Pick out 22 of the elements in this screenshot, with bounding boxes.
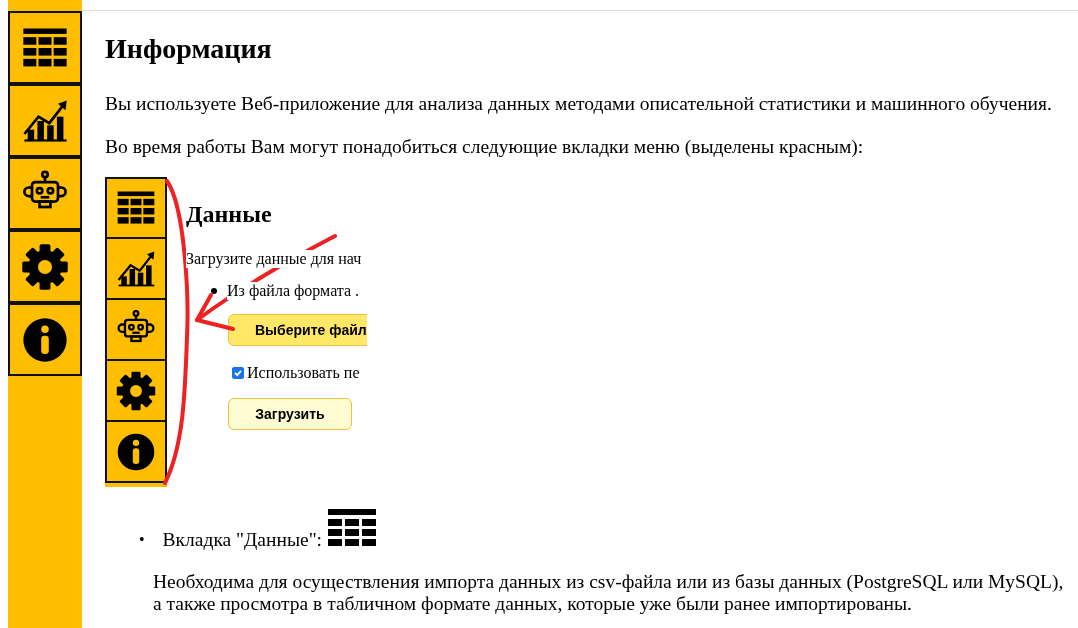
chart-tab[interactable] bbox=[8, 84, 82, 157]
bullet-dot bbox=[211, 288, 217, 294]
bullet-marker: • bbox=[139, 531, 145, 549]
chart-icon bbox=[105, 239, 167, 300]
paragraph: Вы используете Веб-приложение для анализа данных методами описательной статистики и машинного обучения. bbox=[105, 93, 1053, 115]
paragraph: Во время работы Вам могут понадобиться следующие вкладки меню (выделены красным): bbox=[105, 136, 865, 158]
table-icon bbox=[105, 177, 167, 239]
settings-icon bbox=[105, 361, 167, 422]
robot-icon bbox=[105, 300, 167, 361]
checkbox-label: Использовать пе bbox=[247, 364, 360, 382]
page-title: Информация bbox=[105, 33, 273, 65]
info-icon bbox=[105, 422, 167, 483]
settings-tab[interactable] bbox=[8, 230, 82, 303]
screenshot-title: Данные bbox=[186, 201, 273, 228]
tab-description: Необходима для осуществления импорта данных из csv-файла или из базы данных (PostgreSQL или MySQL), а также просмотра в табличном формате данных, которые уже были ранее импортированы. bbox=[153, 571, 1065, 615]
robot-tab[interactable] bbox=[8, 157, 82, 230]
screenshot-text: Загрузите данные для нач bbox=[186, 250, 362, 268]
table-icon bbox=[328, 509, 377, 549]
table-tab[interactable] bbox=[8, 11, 82, 84]
tab-name: Вкладка "Данные": bbox=[162, 531, 323, 549]
screenshot-list-item: Из файла формата . bbox=[227, 282, 360, 300]
info-tab[interactable] bbox=[8, 303, 82, 376]
